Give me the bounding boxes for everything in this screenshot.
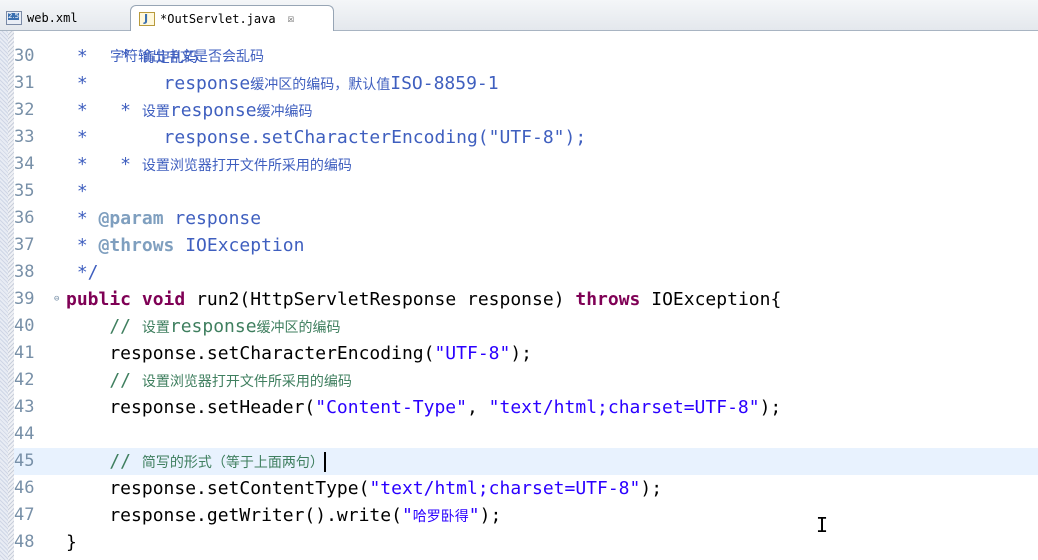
code-line-32[interactable]: 32 * * 设置response缓冲编码 (14, 97, 1038, 124)
line-number: 43 (14, 397, 35, 417)
code-text: * (66, 181, 88, 202)
code-line-48[interactable]: 48} (14, 529, 1038, 556)
line-number: 30 (14, 46, 35, 66)
code-line-47[interactable]: 47 response.getWriter().write("哈罗卧得"); (14, 502, 1038, 529)
code-line-30[interactable]: 30 * * 肯定乱码 (14, 43, 1038, 70)
code-text: public void run2(HttpServletResponse res… (66, 289, 782, 310)
line-number: 37 (14, 235, 35, 255)
line-number: 36 (14, 208, 35, 228)
code-line-42[interactable]: 42 // 设置浏览器打开文件所采用的编码 (14, 367, 1038, 394)
line-number: 45 (14, 451, 35, 471)
code-text: // 设置response缓冲区的编码 (66, 316, 341, 337)
code-line-34[interactable]: 34 * * 设置浏览器打开文件所采用的编码 (14, 151, 1038, 178)
code-text: response.getWriter().write("哈罗卧得"); (66, 505, 502, 526)
code-text: // 设置浏览器打开文件所采用的编码 (66, 370, 352, 391)
code-line-46[interactable]: 46 response.setContentType("text/html;ch… (14, 475, 1038, 502)
code-text: response.setCharacterEncoding("UTF-8"); (66, 343, 533, 364)
code-text: * @throws IOException (66, 235, 305, 256)
code-line-39[interactable]: 39 ⊖ public void run2(HttpServletResponse … (14, 286, 1038, 313)
code-line-44[interactable]: 44 (14, 421, 1038, 448)
code-text: * @param response (66, 208, 262, 229)
code-line-45[interactable]: 45 // 简写的形式（等于上面两句） (14, 448, 1038, 475)
partial-line: 字符输出中文是否会乱码 (14, 17, 1038, 65)
line-number: 31 (14, 73, 35, 93)
overview-ruler (0, 31, 14, 560)
code-text: * response缓冲区的编码，默认值ISO-8859-1 (66, 73, 499, 94)
line-number: 46 (14, 478, 35, 498)
line-number: 47 (14, 505, 35, 525)
line-number: 48 (14, 532, 35, 552)
code-text: response.setHeader("Content-Type", "text… (66, 397, 782, 418)
code-line-35[interactable]: 35 * (14, 178, 1038, 205)
code-line-37[interactable]: 37 * @throws IOException (14, 232, 1038, 259)
code-line-40[interactable]: 40 // 设置response缓冲区的编码 (14, 313, 1038, 340)
code-line-33[interactable]: 33 * response.setCharacterEncoding("UTF-… (14, 124, 1038, 151)
line-number: 42 (14, 370, 35, 390)
code-text: response.setContentType("text/html;chars… (66, 478, 663, 499)
code-text: * * 设置response缓冲编码 (66, 100, 313, 121)
line-number: 35 (14, 181, 35, 201)
text-cursor-icon: I (816, 513, 829, 537)
line-number: 34 (14, 154, 35, 174)
line-number: 44 (14, 424, 35, 444)
code-line-43[interactable]: 43 response.setHeader("Content-Type", "t… (14, 394, 1038, 421)
code-text: * * 肯定乱码 (66, 46, 198, 67)
line-number: 38 (14, 262, 35, 282)
line-number: 40 (14, 316, 35, 336)
fold-collapse-icon[interactable]: ⊖ (54, 286, 59, 313)
code-editor[interactable]: 字符输出中文是否会乱码 30 * * 肯定乱码 31 * response缓冲区的… (14, 31, 1038, 560)
line-number: 32 (14, 100, 35, 120)
line-number: 33 (14, 127, 35, 147)
line-number: 39 (14, 289, 35, 309)
code-line-36[interactable]: 36 * @param response (14, 205, 1038, 232)
code-text: } (66, 532, 77, 553)
code-text: // 简写的形式（等于上面两句） (66, 451, 326, 472)
code-line-38[interactable]: 38 */ (14, 259, 1038, 286)
code-text: * * 设置浏览器打开文件所采用的编码 (66, 154, 352, 175)
code-text: */ (66, 262, 99, 283)
code-line-41[interactable]: 41 response.setCharacterEncoding("UTF-8"… (14, 340, 1038, 367)
code-line-31[interactable]: 31 * response缓冲区的编码，默认值ISO-8859-1 (14, 70, 1038, 97)
line-number: 41 (14, 343, 35, 363)
text-caret (323, 452, 326, 472)
code-text: * response.setCharacterEncoding("UTF-8")… (66, 127, 587, 148)
